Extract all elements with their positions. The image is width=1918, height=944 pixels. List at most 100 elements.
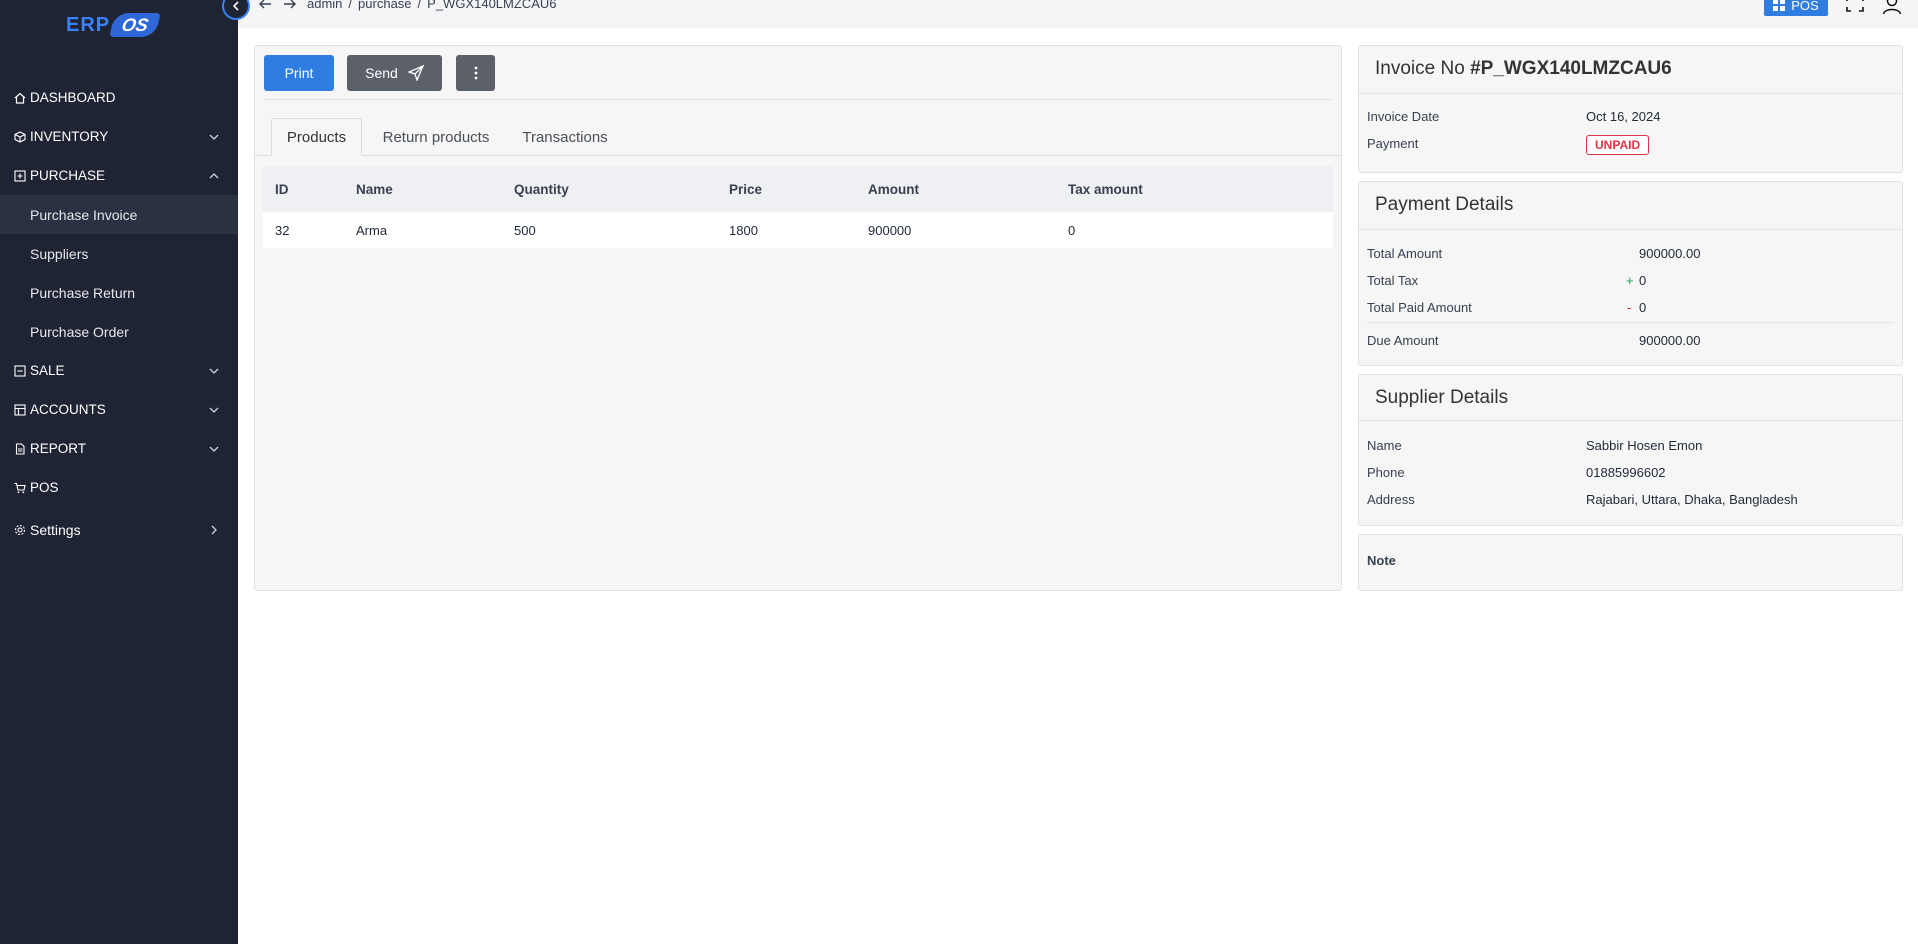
supplier-phone-label: Phone [1367,465,1405,480]
cart-icon [14,482,26,494]
logo-erp-text: ERP [66,13,111,36]
chevron-right-icon [211,525,217,535]
minus-sign: - [1627,300,1632,315]
total-paid-value: 0 [1639,300,1647,315]
invoice-number: #P_WGX140LMZCAU6 [1470,58,1672,79]
total-paid-label: Total Paid Amount [1367,300,1472,315]
sidebar-subitem-purchase-order[interactable]: Purchase Order [0,312,238,351]
due-amount-label: Due Amount [1367,333,1439,348]
cell-id: 32 [275,222,290,238]
breadcrumb-current: P_WGX140LMZCAU6 [427,0,557,11]
sidebar-item-label: ACCOUNTS [30,402,106,417]
logo-os-text: OS [109,13,161,37]
column-header-tax-amount: Tax amount [1068,181,1143,197]
total-amount-label: Total Amount [1367,246,1443,261]
sidebar-item-sale[interactable]: SALE [0,351,238,390]
due-amount-value: 900000.00 [1639,333,1701,348]
toolbar-divider [264,99,1332,100]
sidebar-subitem-label: Purchase Invoice [30,206,138,223]
card-divider [1359,420,1902,421]
total-amount-value: 900000.00 [1639,246,1701,261]
box-icon [14,130,26,143]
cell-price: 1800 [729,222,758,238]
back-arrow-icon[interactable] [257,0,273,12]
tab-label: Return products [382,128,490,146]
sidebar-item-report[interactable]: REPORT [0,429,238,468]
plus-square-icon [14,169,26,182]
sidebar-subitem-label: Purchase Order [30,323,129,340]
more-options-button[interactable] [456,55,495,91]
sidebar-item-accounts[interactable]: ACCOUNTS [0,390,238,429]
supplier-address-label: Address [1367,492,1415,507]
sidebar-item-label: PURCHASE [30,168,106,183]
file-icon [14,442,26,455]
column-header-price: Price [729,181,763,197]
invoice-title-prefix: Invoice No [1375,58,1465,79]
column-header-name: Name [356,181,393,197]
send-button-label: Send [365,65,398,81]
supplier-address-value: Rajabari, Uttara, Dhaka, Bangladesh [1586,492,1798,507]
supplier-phone-value: 01885996602 [1586,465,1666,480]
payment-details-title: Payment Details [1375,194,1514,215]
invoice-main-panel: Print Send Products Return products Tran… [254,45,1342,591]
chevron-down-icon [209,134,219,140]
paper-plane-icon [407,65,424,81]
logo[interactable]: ERP OS [66,10,161,40]
tab-transactions[interactable]: Transactions [519,118,611,156]
sidebar-subitem-purchase-return[interactable]: Purchase Return [0,273,238,312]
invoice-title: Invoice No #P_WGX140LMZCAU6 [1375,58,1672,80]
column-header-amount: Amount [868,181,919,197]
sidebar-menu: DASHBOARD INVENTORY PURCHASE Purchase In… [0,78,238,553]
column-header-id: ID [275,181,289,197]
sidebar-subitem-suppliers[interactable]: Suppliers [0,234,238,273]
products-table: ID Name Quantity Price Amount Tax amount… [263,166,1333,248]
breadcrumb: admin / purchase / P_WGX140LMZCAU6 [307,0,556,11]
payment-details-card: Payment Details Total Amount 900000.00 T… [1358,181,1903,366]
chevron-up-icon [209,172,219,178]
ledger-icon [14,403,26,416]
send-button[interactable]: Send [347,55,442,91]
chevron-down-icon [209,368,219,374]
sidebar-item-settings[interactable]: Settings [0,507,238,553]
fullscreen-icon[interactable] [1846,0,1864,12]
sidebar-item-label: Settings [30,522,81,538]
print-button[interactable]: Print [264,55,334,91]
tab-return-products[interactable]: Return products [376,118,496,156]
sidebar-item-label: REPORT [30,441,87,456]
invoice-date-label: Invoice Date [1367,109,1440,124]
home-icon [14,92,26,104]
chevron-left-icon [232,1,239,11]
chevron-down-icon [209,446,219,452]
sidebar-item-dashboard[interactable]: DASHBOARD [0,78,238,117]
table-header: ID Name Quantity Price Amount Tax amount [263,166,1333,212]
minus-square-icon [14,364,26,377]
sidebar-item-label: SALE [30,363,65,378]
grid-icon [1773,0,1786,11]
table-row[interactable]: 32 Arma 500 1800 900000 0 [263,212,1333,248]
forward-arrow-icon[interactable] [282,0,298,12]
invoice-date-value: Oct 16, 2024 [1586,109,1661,124]
sidebar-item-purchase[interactable]: PURCHASE [0,156,238,195]
supplier-details-title: Supplier Details [1375,387,1509,408]
sidebar: ERP OS DASHBOARD INVENTORY PURCHASE Purc… [0,0,238,944]
breadcrumb-admin[interactable]: admin [307,0,342,11]
cell-quantity: 500 [514,222,536,238]
invoice-info-card: Invoice No #P_WGX140LMZCAU6 Invoice Date… [1358,45,1903,173]
tab-products[interactable]: Products [271,118,362,156]
gear-icon [14,524,26,536]
cell-name: Arma [356,222,388,238]
breadcrumb-separator: / [348,0,353,11]
sidebar-item-pos[interactable]: POS [0,468,238,507]
sidebar-subitem-purchase-invoice[interactable]: Purchase Invoice [0,195,238,234]
sidebar-item-label: INVENTORY [30,129,109,144]
tab-label: Transactions [522,128,608,146]
supplier-name-label: Name [1367,438,1402,453]
sidebar-item-inventory[interactable]: INVENTORY [0,117,238,156]
breadcrumb-purchase[interactable]: purchase [358,0,411,11]
sidebar-subitem-label: Suppliers [30,245,89,262]
pos-button[interactable]: POS [1764,0,1828,16]
plus-sign: + [1626,273,1634,288]
note-card: Note [1358,534,1903,591]
user-icon[interactable] [1882,0,1902,14]
due-divider [1367,322,1894,323]
